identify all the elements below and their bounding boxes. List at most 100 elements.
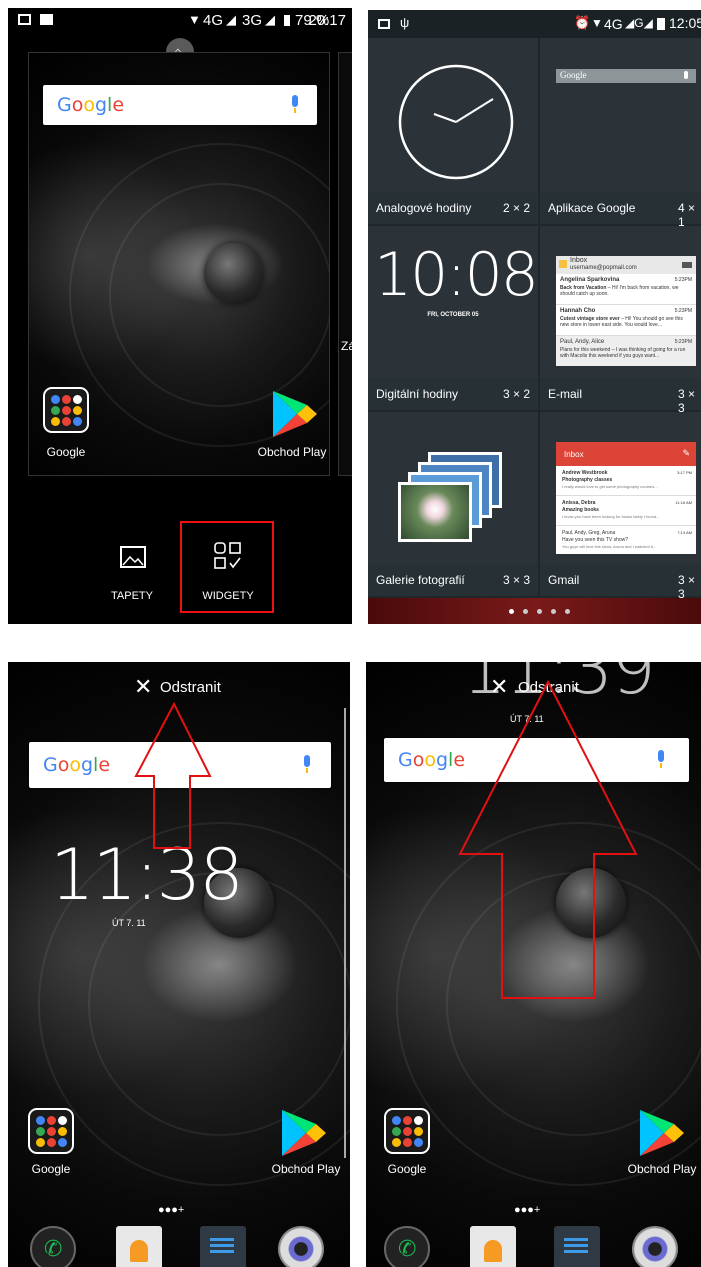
widgets-icon	[214, 542, 241, 569]
gmail-snippet: I know you have been looking for books l…	[562, 514, 660, 519]
dock-camera-icon[interactable]	[278, 1226, 324, 1267]
status-time: 12:05	[669, 15, 701, 31]
dock-contacts-icon[interactable]	[116, 1226, 162, 1267]
gmail-header: Inbox	[564, 450, 584, 459]
edge-indicator	[344, 708, 346, 1158]
google-logo: Google	[43, 754, 111, 776]
widget-name: E-mail	[548, 387, 583, 401]
panel-remove-widget: 11:39 ÚT 7. 11 ✕ Odstranit Google Google…	[366, 662, 701, 1267]
wallpapers-button[interactable]: TAPETY	[100, 538, 164, 608]
drag-up-arrow	[458, 680, 638, 999]
email-snippet: Plans for this weekend – I was thinking …	[560, 347, 686, 359]
remove-zone[interactable]: ✕ Odstranit	[126, 674, 256, 704]
page-dot	[551, 609, 556, 614]
gmail-snippet: I really would love to get some photogra…	[562, 484, 658, 489]
wallpapers-label: TAPETY	[111, 590, 153, 602]
email-snippet: Cutest vintage store ever – Hi! You shou…	[560, 316, 683, 328]
mic-icon[interactable]	[655, 750, 667, 770]
page-dot	[523, 609, 528, 614]
photo-stack-icon	[398, 452, 508, 542]
mic-icon[interactable]	[289, 95, 301, 115]
digital-clock-date: FRI, OCTOBER 05	[427, 312, 479, 318]
clock-date-display: ÚT 7. 11	[112, 918, 146, 928]
gmail-subject: Have you seen this TV show?	[562, 537, 629, 543]
email-snippet: Back from Vacation – Hi! I'm back from v…	[560, 285, 679, 297]
homescreen-preview[interactable]: Google Google Obchod Play	[28, 52, 330, 476]
email-time: 5:23PM	[674, 277, 692, 283]
widget-gmail[interactable]: Inbox ✎ Andrew Westbrook 3:17 PM Photogr…	[540, 412, 701, 601]
widget-size: 2 × 2	[502, 201, 530, 215]
dock-contacts-icon[interactable]	[470, 1226, 516, 1267]
wallpaper-icon	[120, 546, 146, 568]
dock-messages-icon[interactable]	[200, 1226, 246, 1267]
widget-digital-clock[interactable]: 10:08 FRI, OCTOBER 05 Digitální hodiny 3 …	[368, 226, 539, 410]
page-indicator: ●●●+	[158, 1204, 185, 1216]
mic-icon	[684, 71, 688, 79]
wifi-icon: ▼	[591, 16, 603, 30]
mic-icon[interactable]	[301, 755, 313, 775]
phone-icon: ✆	[44, 1236, 63, 1261]
contacts-icon	[130, 1240, 148, 1262]
next-page-preview[interactable]: Zá	[338, 52, 352, 476]
dock-phone-icon[interactable]: ✆	[30, 1226, 76, 1267]
google-folder-icon[interactable]	[384, 1108, 430, 1154]
knob-decor	[204, 243, 264, 303]
status-time: 20:17	[308, 12, 346, 29]
widget-email[interactable]: Inbox username@popmail.com Angelina Spar…	[540, 226, 701, 415]
play-store-icon[interactable]	[638, 1108, 684, 1158]
google-folder-icon[interactable]	[28, 1108, 74, 1154]
page-dot-active	[509, 609, 514, 614]
dock-camera-icon[interactable]	[632, 1226, 678, 1267]
battery-icon	[284, 15, 290, 26]
status-bar: ψ ⏰ ▼ 4G ◢G◢ 12:05	[368, 10, 701, 38]
signal-icon-2: ◢	[265, 12, 275, 27]
battery-icon	[657, 18, 665, 30]
inbox-icon	[559, 260, 567, 268]
contacts-icon	[484, 1240, 502, 1262]
page-dot	[537, 609, 542, 614]
remove-label: Odstranit	[160, 679, 221, 696]
panel-drag-widget: ✕ Odstranit Google 11:38 ÚT 7. 11 Google…	[8, 662, 350, 1267]
play-store-icon[interactable]	[271, 389, 317, 439]
google-label: Google	[31, 1162, 71, 1176]
widget-size: 3 × 3	[678, 573, 696, 601]
messages-icon	[564, 1238, 588, 1241]
widget-name: Analogové hodiny	[376, 201, 472, 215]
widget-google-app[interactable]: Google Aplikace Google 4 × 1	[540, 38, 701, 229]
status-bar: ▼ 4G ◢ 3G ◢ 79 % 20:17	[8, 8, 352, 34]
gmail-time: 3:17 PM	[677, 470, 692, 475]
widget-analog-clock[interactable]: Analogové hodiny 2 × 2	[368, 38, 538, 224]
gmail-from: Paul, Andy, Greg, Aruna	[562, 530, 616, 536]
signal-3g: 3G	[242, 12, 263, 29]
play-store-label: Obchod Play	[627, 1162, 697, 1176]
image-icon	[40, 14, 53, 25]
google-label: Google	[387, 1162, 427, 1176]
widgets-button[interactable]: WIDGETY	[186, 538, 270, 608]
google-logo: Google	[57, 94, 125, 116]
google-folder-icon[interactable]	[43, 387, 89, 433]
play-store-icon[interactable]	[280, 1108, 326, 1158]
gmail-from: Andrew Westbrook	[562, 470, 608, 476]
widget-name: Aplikace Google	[548, 201, 636, 215]
close-icon: ✕	[134, 674, 153, 699]
widget-photo-gallery[interactable]: Galerie fotografií 3 × 3	[368, 412, 538, 596]
signal-4g: 4G	[203, 12, 224, 29]
email-from: Hannah Cho	[560, 308, 596, 314]
compose-icon	[682, 262, 692, 268]
dock-messages-icon[interactable]	[554, 1226, 600, 1267]
gmail-preview: Inbox ✎ Andrew Westbrook 3:17 PM Photogr…	[556, 442, 696, 554]
google-search-preview: Google	[556, 69, 696, 83]
panel-widget-picker: ψ ⏰ ▼ 4G ◢G◢ 12:05 Analogové hodiny 2 × 2…	[368, 10, 701, 624]
gmail-time: 7:13 AM	[677, 530, 692, 535]
dock-phone-icon[interactable]: ✆	[384, 1226, 430, 1267]
messages-icon	[210, 1238, 234, 1241]
google-search-bar[interactable]: Google	[43, 85, 317, 125]
widget-name: Digitální hodiny	[376, 387, 459, 401]
widget-name: Galerie fotografií	[376, 573, 465, 587]
email-preview: Inbox username@popmail.com Angelina Spar…	[556, 256, 696, 366]
page-indicator: ●●●+	[514, 1204, 541, 1216]
google-logo: Google	[398, 749, 466, 771]
preview-search-text: Google	[560, 70, 587, 80]
play-store-label: Obchod Play	[271, 1162, 341, 1176]
notification-icon	[18, 14, 31, 25]
